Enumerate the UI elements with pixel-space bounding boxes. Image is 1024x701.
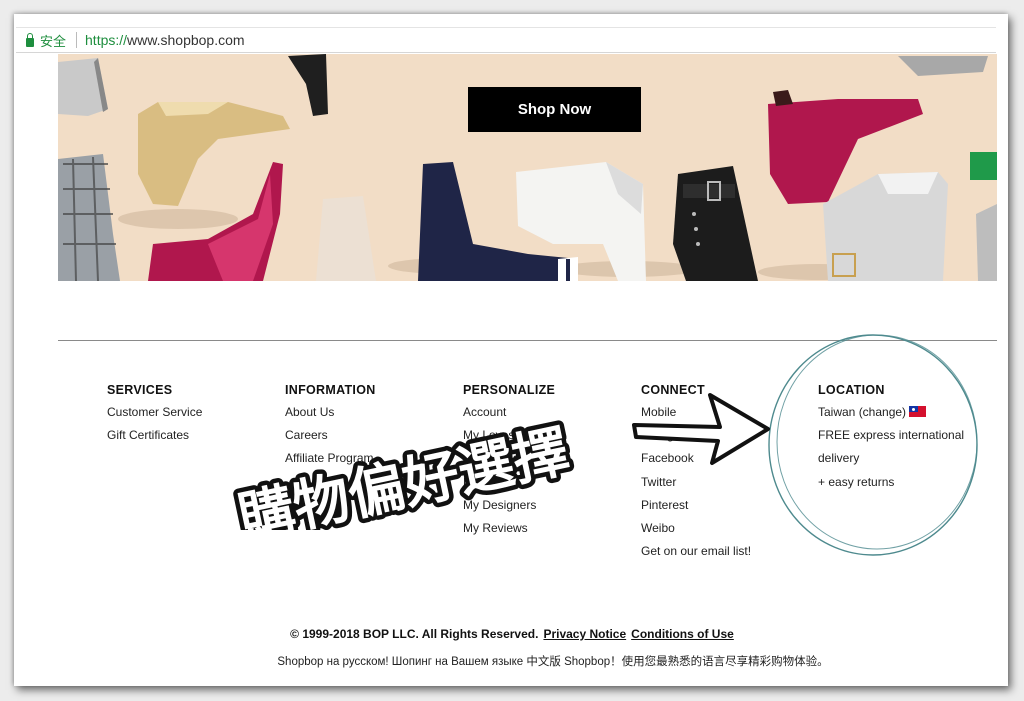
link-mobile[interactable]: Mobile bbox=[641, 404, 751, 427]
address-bar[interactable]: 安全 https://www.shopbop.com bbox=[16, 27, 996, 53]
link-about-us[interactable]: About Us bbox=[285, 404, 376, 427]
privacy-notice-link[interactable]: Privacy Notice bbox=[543, 627, 626, 641]
footer-column-information: INFORMATION About Us Careers Affiliate P… bbox=[285, 383, 376, 474]
security-label: 安全 bbox=[40, 33, 67, 49]
shipping-info-line2: delivery bbox=[818, 451, 860, 466]
link-gift-certificates[interactable]: Gift Certificates bbox=[107, 427, 202, 450]
link-customer-service[interactable]: Customer Service bbox=[107, 404, 202, 427]
column-heading: CONNECT bbox=[641, 383, 705, 397]
address-separator bbox=[76, 32, 78, 48]
link-my-designers[interactable]: My Designers bbox=[463, 497, 555, 520]
link-instagram[interactable]: Instagram bbox=[641, 427, 751, 450]
footer-column-location: LOCATION Taiwan (change) FREE express in… bbox=[818, 383, 964, 497]
column-heading: INFORMATION bbox=[285, 383, 376, 397]
returns-info: + easy returns bbox=[818, 474, 895, 489]
link-email-signup[interactable]: Get on our email list! bbox=[641, 543, 751, 566]
link-pinterest[interactable]: Pinterest bbox=[641, 497, 751, 520]
footer-divider bbox=[58, 340, 997, 341]
copyright-text: © 1999-2018 BOP LLC. All Rights Reserved… bbox=[290, 627, 539, 641]
link-my-reviews[interactable]: My Reviews bbox=[463, 520, 555, 543]
link-facebook[interactable]: Facebook bbox=[641, 450, 751, 473]
link-account[interactable]: Account bbox=[463, 404, 555, 427]
taiwan-flag-icon bbox=[909, 406, 927, 417]
copyright-line: © 1999-2018 BOP LLC. All Rights Reserved… bbox=[0, 627, 1024, 641]
column-heading: SERVICES bbox=[107, 383, 173, 397]
lock-icon bbox=[26, 32, 34, 47]
location-change-link[interactable]: Taiwan (change) bbox=[818, 404, 964, 427]
link-weibo[interactable]: Weibo bbox=[641, 520, 751, 543]
shipping-info-line1: FREE express international bbox=[818, 428, 965, 443]
link-my-loves[interactable]: My Loves bbox=[463, 427, 555, 450]
column-heading: PERSONALIZE bbox=[463, 383, 556, 397]
language-promo-line[interactable]: Shopbop на русском! Шопинг на Вашем язык… bbox=[0, 653, 1024, 669]
conditions-of-use-link[interactable]: Conditions of Use bbox=[631, 627, 734, 641]
link-careers[interactable]: Careers bbox=[285, 427, 376, 450]
link-twitter[interactable]: Twitter bbox=[641, 474, 751, 497]
column-heading: LOCATION bbox=[818, 383, 885, 397]
footer-column-services: SERVICES Customer Service Gift Certifica… bbox=[107, 383, 202, 450]
footer-column-personalize: PERSONALIZE Account My Loves My Orders M… bbox=[463, 383, 555, 543]
url-text[interactable]: https://www.shopbop.com bbox=[85, 32, 245, 48]
link-my-orders[interactable]: My Orders bbox=[463, 450, 555, 473]
shop-now-button[interactable]: Shop Now bbox=[468, 87, 641, 132]
footer-column-connect: CONNECT Mobile Instagram Facebook Twitte… bbox=[641, 383, 751, 566]
link-affiliate-program[interactable]: Affiliate Program bbox=[285, 450, 376, 473]
link-my-wish-list[interactable]: My Wish List bbox=[463, 474, 555, 497]
